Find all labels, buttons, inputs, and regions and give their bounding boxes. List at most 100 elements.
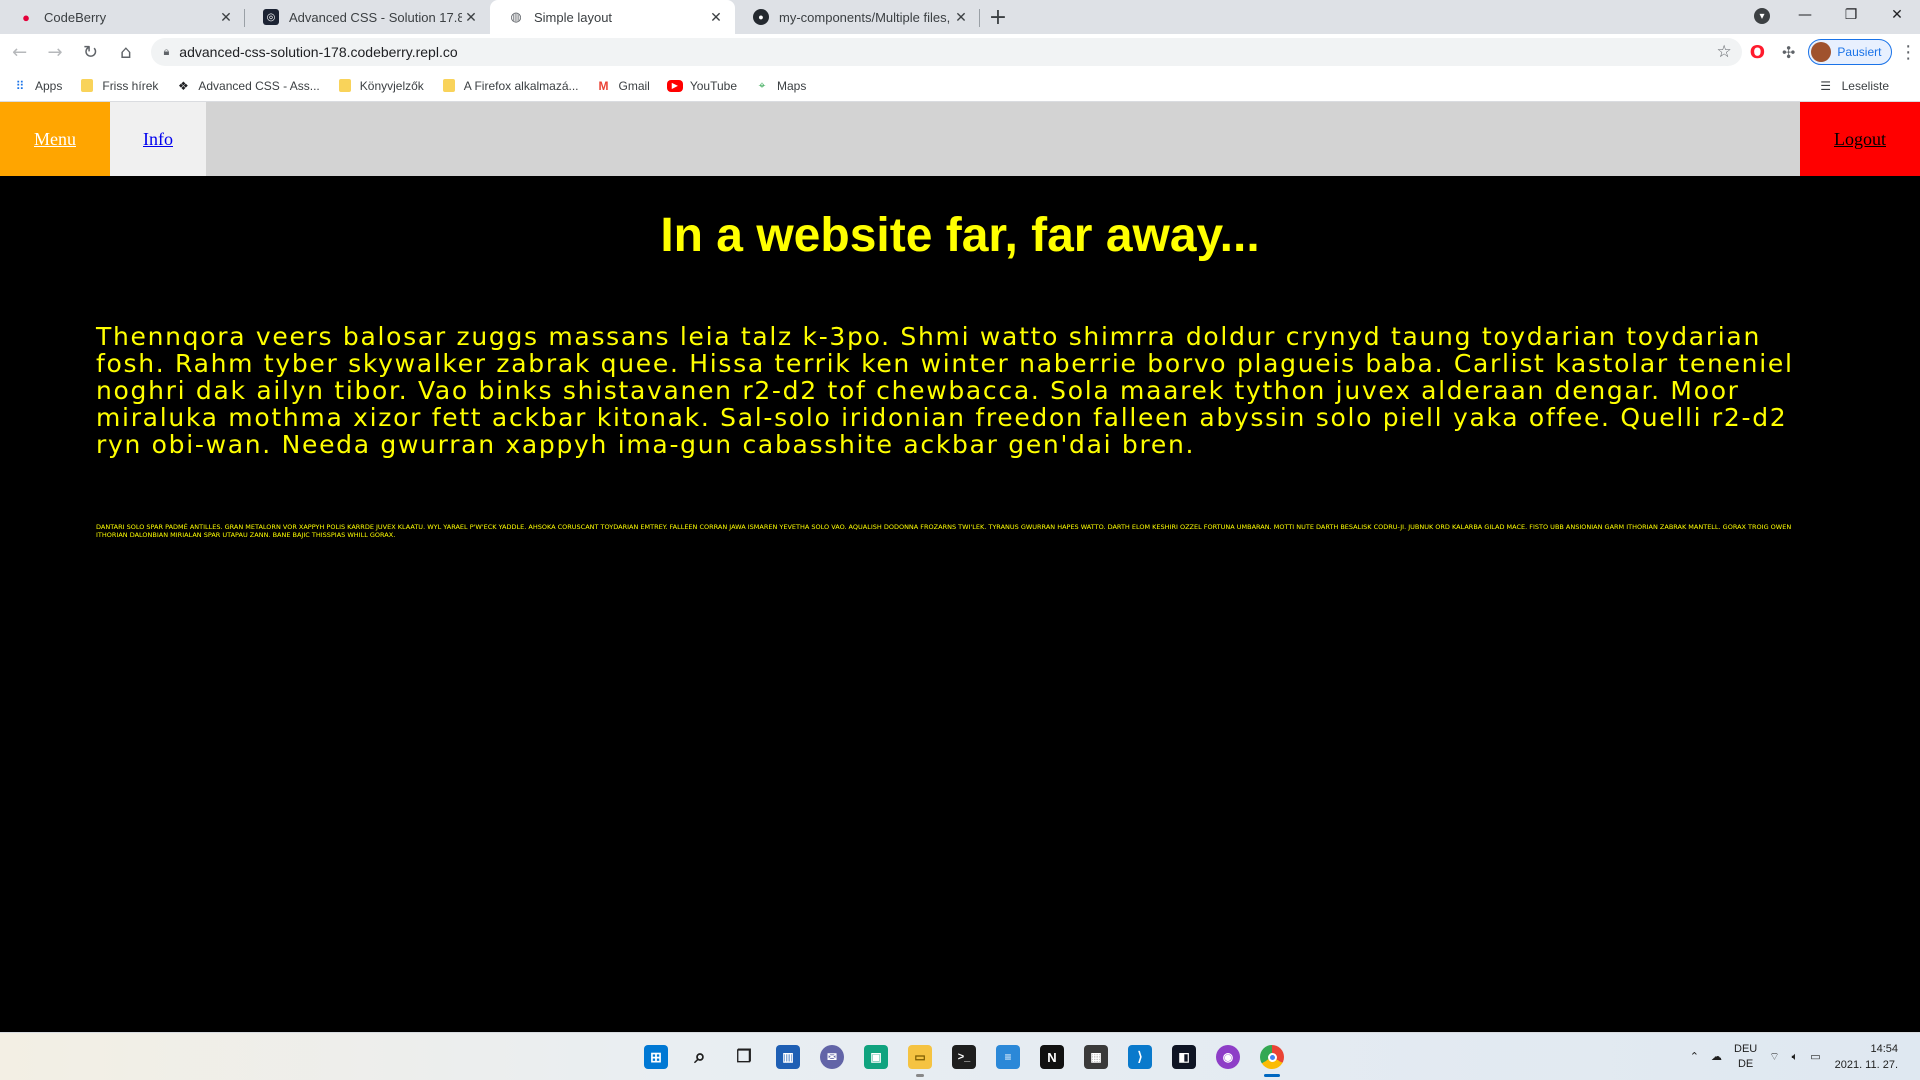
bookmark-label: Advanced CSS - Ass... xyxy=(198,78,320,93)
globe-icon: ◍ xyxy=(510,9,522,24)
wifi-icon[interactable]: ⌔ xyxy=(1769,1050,1779,1065)
codeberry-icon: ❖ xyxy=(177,78,189,93)
chevron-up-icon[interactable]: ⌃ xyxy=(1690,1050,1699,1065)
taskbar-apps: ⊞ ⌕ ❐ ▥ ✉ ▣ ▭ >_ ≡ N ▦ ⟩ ◧ ◉ xyxy=(634,1033,1294,1080)
bookmark-label: Apps xyxy=(35,78,63,93)
bookmark-firefox[interactable]: A Firefox alkalmazá... xyxy=(441,78,579,94)
bookmark-apps[interactable]: ⠿ Apps xyxy=(12,78,63,94)
bookmark-label: Könyvjelzők xyxy=(359,78,424,93)
store-icon[interactable]: ▣ xyxy=(854,1035,898,1079)
battery-icon[interactable]: ▭ xyxy=(1810,1050,1820,1065)
clock[interactable]: 14:54 2021. 11. 27. xyxy=(1835,1041,1898,1073)
folder-icon xyxy=(337,78,353,94)
vscode-icon[interactable]: ⟩ xyxy=(1118,1035,1162,1079)
back-button[interactable]: ← xyxy=(4,36,35,68)
forward-button[interactable]: → xyxy=(39,36,70,68)
windows-start-icon[interactable]: ⊞ xyxy=(634,1035,678,1079)
close-icon[interactable]: ✕ xyxy=(952,9,970,26)
tab-advanced-css[interactable]: ◎ Advanced CSS - Solution 17.8 - R ✕ xyxy=(245,0,490,34)
bookmark-label: A Firefox alkalmazá... xyxy=(463,78,579,93)
notepad-icon[interactable]: ≡ xyxy=(986,1035,1030,1079)
clock-date: 2021. 11. 27. xyxy=(1834,1059,1898,1071)
teams-chat-icon[interactable]: ✉ xyxy=(810,1035,854,1079)
browser-menu-icon[interactable]: ⋮ xyxy=(1896,42,1920,63)
reading-list-button[interactable]: ☰ Leseliste xyxy=(1818,70,1889,102)
page-viewport: Menu Info Logout In a website far, far a… xyxy=(0,102,1920,1032)
bookmark-maps[interactable]: ⌖ Maps xyxy=(754,78,807,94)
bookmark-star-icon[interactable]: ☆ xyxy=(1716,42,1731,62)
language-bottom: DE xyxy=(1737,1058,1754,1070)
tab-title: my-components/Multiple files, L xyxy=(779,9,952,25)
profile-button[interactable]: Pausiert xyxy=(1808,39,1893,65)
github-desktop-icon[interactable]: ◉ xyxy=(1206,1035,1250,1079)
calculator-icon[interactable]: ▦ xyxy=(1074,1035,1118,1079)
bookmark-label: Friss hírek xyxy=(102,78,159,93)
reload-button[interactable]: ↻ xyxy=(75,36,106,68)
small-paragraph: Dantari solo spar padmé antilles. Gran m… xyxy=(96,523,1792,539)
clock-time: 14:54 xyxy=(1870,1043,1898,1055)
bookmarks-bar: ⠿ Apps Friss hírek ❖ Advanced CSS - Ass.… xyxy=(0,70,1920,102)
running-indicator xyxy=(1264,1074,1280,1077)
replit-icon[interactable]: ◧ xyxy=(1162,1035,1206,1079)
tab-github[interactable]: ● my-components/Multiple files, L ✕ xyxy=(735,0,980,34)
codeberry-icon: ● xyxy=(22,9,30,25)
tab-title: CodeBerry xyxy=(44,9,107,25)
site-nav-bar: Menu Info Logout xyxy=(0,102,1920,176)
opera-extension-icon[interactable]: O xyxy=(1742,36,1773,68)
menu-link[interactable]: Menu xyxy=(0,102,110,176)
terminal-icon[interactable]: >_ xyxy=(942,1035,986,1079)
task-view-icon[interactable]: ❐ xyxy=(722,1035,766,1079)
close-icon[interactable]: ✕ xyxy=(217,9,235,26)
reading-list-icon: ☰ xyxy=(1820,79,1831,93)
new-tab-button[interactable]: + xyxy=(980,0,1016,34)
url-text: advanced-css-solution-178.codeberry.repl… xyxy=(179,44,458,60)
avatar xyxy=(1811,42,1832,62)
widgets-icon[interactable]: ▥ xyxy=(766,1035,810,1079)
logout-link[interactable]: Logout xyxy=(1800,102,1920,176)
onedrive-cloud-icon[interactable]: ☁ xyxy=(1711,1050,1722,1065)
system-tray: ⌃ ☁ DEU DE ⌔ 🔈︎ ▭ 14:54 2021. 11. 27. xyxy=(1684,1033,1920,1080)
page-heading: In a website far, far away... xyxy=(660,209,1260,262)
bookmark-label: Gmail xyxy=(618,78,650,93)
file-explorer-icon[interactable]: ▭ xyxy=(898,1035,942,1079)
close-window-button[interactable]: ✕ xyxy=(1874,0,1920,30)
close-icon[interactable]: ✕ xyxy=(462,9,480,26)
tab-simple-layout[interactable]: ◍ Simple layout ✕ xyxy=(490,0,735,34)
bookmark-friss-hirek[interactable]: Friss hírek xyxy=(79,78,158,94)
bookmark-label: YouTube xyxy=(689,78,738,93)
tab-title: Advanced CSS - Solution 17.8 - R xyxy=(289,9,462,25)
tab-search-icon[interactable]: ▾ xyxy=(1754,8,1770,24)
language-top: DEU xyxy=(1734,1043,1758,1055)
bookmark-advanced-css[interactable]: ❖ Advanced CSS - Ass... xyxy=(175,78,320,94)
bookmark-konyvjelzok[interactable]: Könyvjelzők xyxy=(337,78,424,94)
tab-codeberry[interactable]: ● CodeBerry ✕ xyxy=(0,0,245,34)
running-indicator xyxy=(916,1074,924,1077)
home-button[interactable]: ⌂ xyxy=(110,36,141,68)
search-icon[interactable]: ⌕ xyxy=(678,1035,722,1079)
profile-label: Pausiert xyxy=(1837,45,1882,59)
replit-icon: ◎ xyxy=(263,9,279,25)
extensions-puzzle-icon[interactable]: ✣ xyxy=(1773,36,1804,68)
volume-icon[interactable]: 🔈︎ xyxy=(1792,1050,1799,1065)
bookmark-youtube[interactable]: ▶ YouTube xyxy=(666,78,738,93)
maps-icon: ⌖ xyxy=(758,78,766,92)
tab-title: Simple layout xyxy=(534,9,613,25)
folder-icon xyxy=(441,78,457,94)
chrome-icon[interactable] xyxy=(1250,1035,1294,1079)
browser-tab-strip: ● CodeBerry ✕ ◎ Advanced CSS - Solution … xyxy=(0,0,1920,34)
lead-paragraph: Thennqora veers balosar zuggs massans le… xyxy=(96,322,1794,459)
close-icon[interactable]: ✕ xyxy=(707,9,725,26)
lock-icon[interactable]: 🔒︎ xyxy=(163,46,169,59)
info-link[interactable]: Info xyxy=(110,102,206,176)
tab-separator xyxy=(979,9,980,27)
window-controls: — ❐ ✕ xyxy=(1782,0,1920,30)
bookmark-gmail[interactable]: M Gmail xyxy=(596,78,650,94)
notion-icon[interactable]: N xyxy=(1030,1035,1074,1079)
minimize-button[interactable]: — xyxy=(1782,0,1828,30)
language-indicator[interactable]: DEU DE xyxy=(1734,1042,1757,1072)
bookmark-label: Maps xyxy=(777,78,807,93)
gmail-icon: M xyxy=(598,78,609,93)
address-bar[interactable]: 🔒︎ advanced-css-solution-178.codeberry.r… xyxy=(151,38,1742,66)
reading-list-label: Leseliste xyxy=(1841,79,1889,93)
restore-button[interactable]: ❐ xyxy=(1828,0,1874,30)
